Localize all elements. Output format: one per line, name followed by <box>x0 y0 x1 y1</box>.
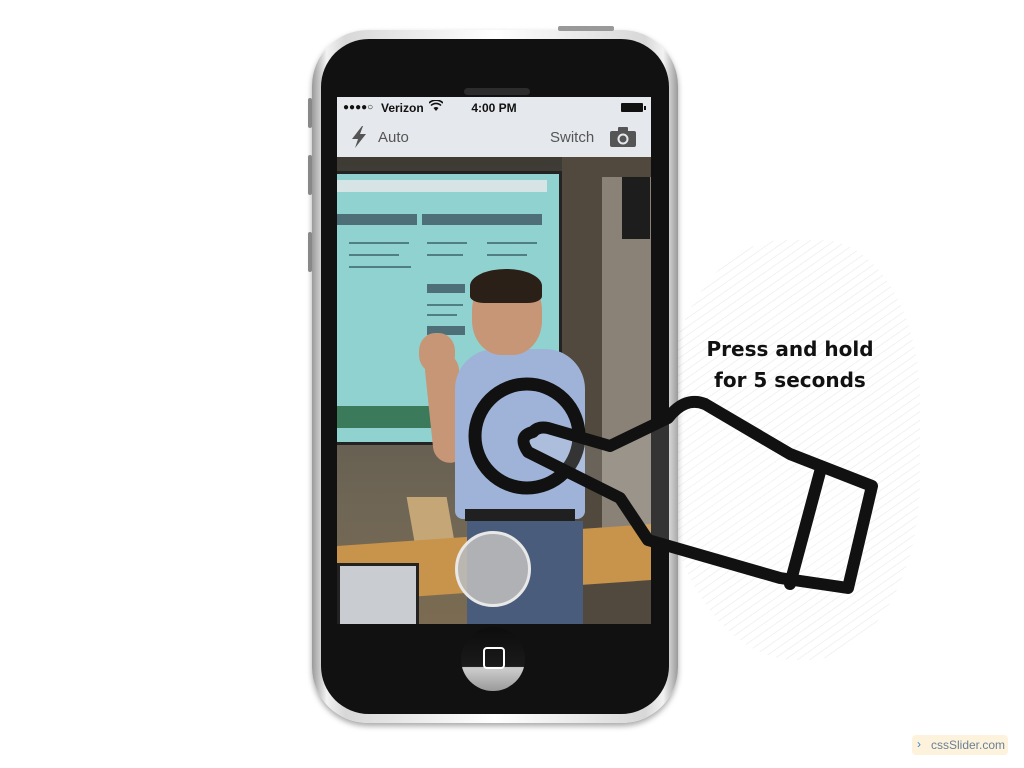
status-bar: ●●●●○ Verizon 4:00 PM <box>337 97 651 119</box>
switch-camera-button[interactable]: Switch <box>550 129 594 146</box>
background-stripes <box>660 240 920 660</box>
foreground-laptop <box>337 563 419 624</box>
volume-down-button <box>308 232 312 272</box>
camera-icon[interactable] <box>609 126 637 148</box>
phone-screen: ●●●●○ Verizon 4:00 PM Auto Switch <box>337 97 651 624</box>
presenter-shirt <box>455 349 585 519</box>
battery-icon <box>621 103 646 112</box>
shutter-button[interactable] <box>455 531 531 607</box>
camera-toolbar: Auto Switch <box>337 119 651 157</box>
volume-up-button <box>308 155 312 195</box>
watermark-badge[interactable]: › cssSlider.com <box>912 735 1008 755</box>
home-button[interactable] <box>461 627 525 691</box>
instruction-text: Press and hold for 5 seconds <box>690 334 890 396</box>
instruction-line-2: for 5 seconds <box>714 368 866 392</box>
earpiece-speaker <box>464 88 530 95</box>
camera-viewfinder[interactable] <box>337 157 651 624</box>
power-button <box>558 26 614 31</box>
instruction-line-1: Press and hold <box>706 337 874 361</box>
presenter-hand <box>419 333 455 373</box>
chevron-right-icon: › <box>917 737 921 751</box>
presenter-hair <box>470 269 542 303</box>
watermark-text: cssSlider.com <box>931 738 1006 752</box>
status-time: 4:00 PM <box>471 101 517 115</box>
home-square-icon <box>483 647 505 669</box>
mute-switch <box>308 98 312 128</box>
flash-mode-auto-button[interactable]: Auto <box>378 129 409 146</box>
presenter-belt <box>465 509 575 521</box>
lightning-bolt-icon[interactable] <box>349 125 369 149</box>
